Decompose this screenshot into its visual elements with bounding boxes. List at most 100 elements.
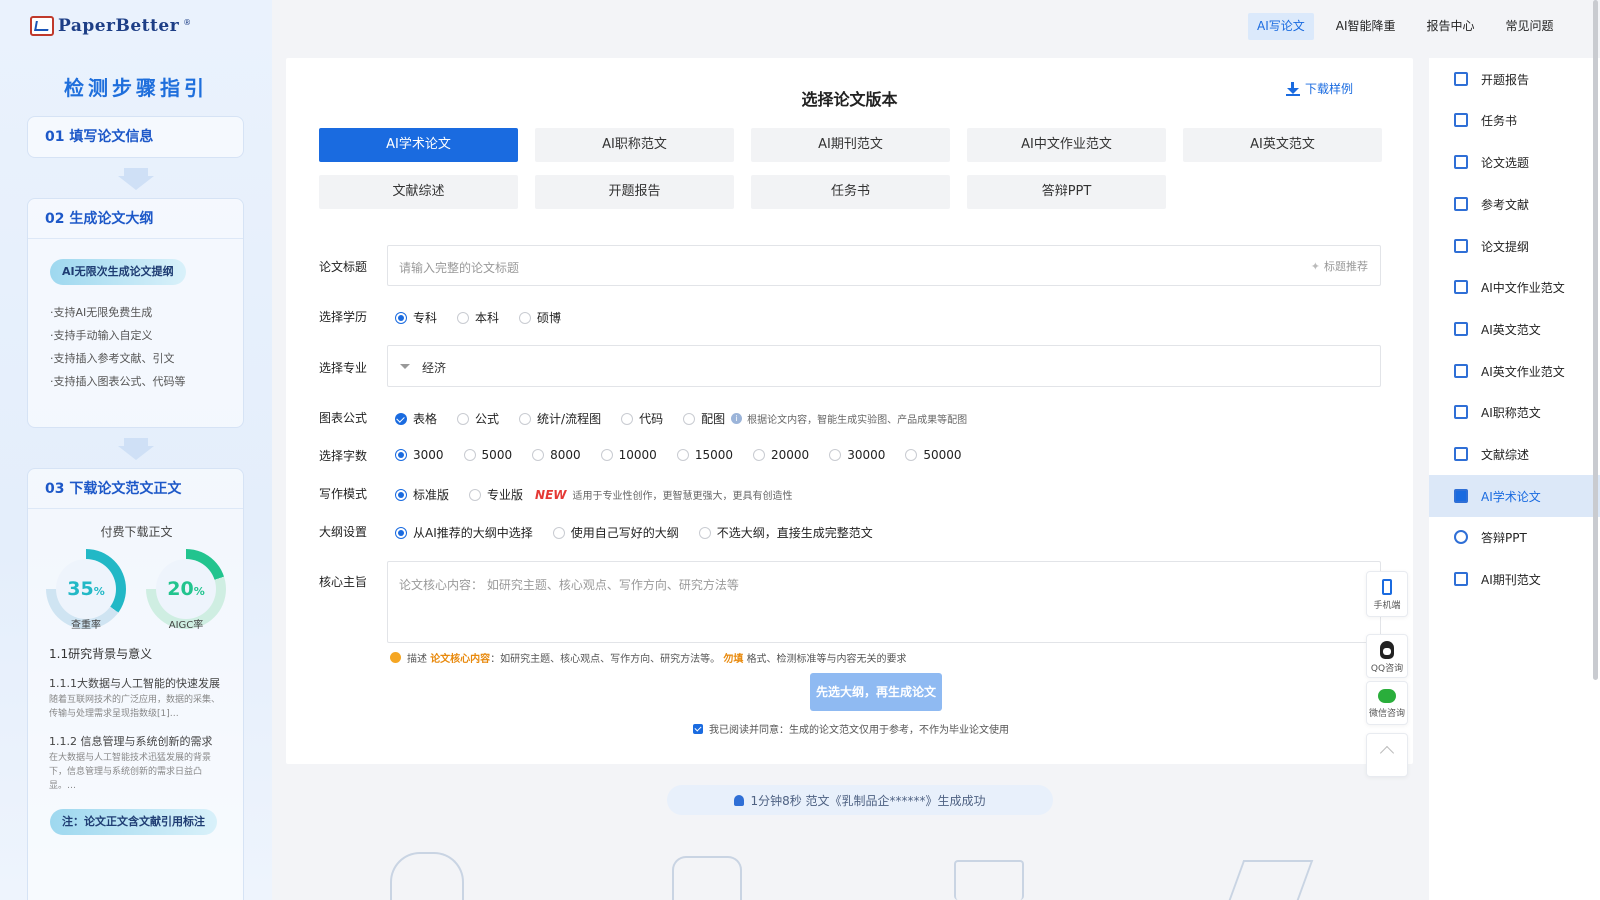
- sidebar-item-academic[interactable]: AI学术论文: [1429, 475, 1600, 517]
- chevron-up-icon: [1379, 745, 1395, 761]
- mode-option[interactable]: 专业版: [469, 486, 523, 503]
- section-heading: 1.1研究背景与意义: [49, 647, 153, 661]
- word-option[interactable]: 5000: [463, 448, 512, 462]
- chart-option[interactable]: 表格: [395, 410, 437, 427]
- globe-icon: [1454, 530, 1468, 544]
- download-sample-link[interactable]: 下载样例: [1285, 80, 1353, 97]
- percent-sign: %: [193, 585, 205, 598]
- outline-icon: [1454, 239, 1468, 253]
- sidebar-item-lit-review[interactable]: 文献综述: [1429, 433, 1600, 475]
- phone-icon: [1382, 579, 1392, 595]
- down-arrow-icon: [118, 168, 154, 190]
- sidebar-item-task-book[interactable]: 任务书: [1429, 99, 1600, 141]
- sidebar-item-topic[interactable]: 论文选题: [1429, 141, 1600, 183]
- word-option[interactable]: 15000: [676, 448, 733, 462]
- subsection-text: 随着互联网技术的广泛应用，数据的采集、传输与处理需求呈现指数级[1]…: [49, 695, 221, 719]
- major-value: 经济: [422, 361, 447, 375]
- paid-download-label: 付费下载正文: [100, 525, 173, 539]
- nav-ai-reduce[interactable]: AI智能降重: [1327, 13, 1405, 40]
- generate-button[interactable]: 先选大纲，再生成论文: [810, 673, 942, 711]
- sidebar-item-english[interactable]: AI英文范文: [1429, 308, 1600, 350]
- field-label-major: 选择专业: [319, 361, 368, 375]
- version-ai-title[interactable]: AI职称范文: [535, 128, 734, 162]
- bullet-item: ·支持插入图表公式、代码等: [50, 375, 186, 388]
- agree-checkbox[interactable]: [693, 723, 703, 734]
- degree-option[interactable]: 专科: [395, 309, 437, 326]
- title-input[interactable]: 请输入完整的论文标题 ✦ 标题推荐: [387, 245, 1381, 286]
- generation-notice: 1分钟8秒 范文《乳制品企******》生成成功: [667, 785, 1053, 815]
- sidebar-item-journal[interactable]: AI期刊范文: [1429, 558, 1600, 600]
- brand-name: PaperBetter: [58, 16, 180, 36]
- agreement[interactable]: 我已阅读并同意：生成的论文范文仅用于参考，不作为毕业论文使用: [693, 721, 1009, 736]
- word-option[interactable]: 20000: [753, 448, 809, 462]
- qq-icon: [1380, 641, 1394, 659]
- step-2-bullets: ·支持AI无限免费生成 ·支持手动输入自定义 ·支持插入参考文献、引文 ·支持插…: [50, 301, 186, 393]
- sidebar-item-title-paper[interactable]: AI职称范文: [1429, 391, 1600, 433]
- version-proposal[interactable]: 开题报告: [535, 175, 734, 209]
- sidebar-item-defense-ppt[interactable]: 答辩PPT: [1429, 516, 1600, 558]
- word-option[interactable]: 8000: [532, 448, 581, 462]
- percent-sign: %: [93, 585, 105, 598]
- word-options: 3000 5000 8000 10000 15000 20000 30000 5…: [395, 448, 982, 462]
- degree-option[interactable]: 本科: [457, 309, 499, 326]
- outline-option[interactable]: 不选大纲，直接生成完整范文: [698, 524, 873, 541]
- major-select[interactable]: 经济: [387, 345, 1381, 387]
- version-ai-academic[interactable]: AI学术论文: [319, 128, 518, 162]
- open-book-icon: [1454, 447, 1468, 461]
- mode-options: 标准版 专业版 NEW 适用于专业性创作，更智慧更强大，更具有创造性: [395, 486, 793, 503]
- outline-option[interactable]: 使用自己写好的大纲: [552, 524, 679, 541]
- mobile-button[interactable]: 手机端: [1366, 571, 1408, 617]
- en-icon: [1454, 322, 1468, 336]
- mode-option[interactable]: 标准版: [395, 486, 449, 503]
- step-1-title: 01 填写论文信息: [45, 129, 154, 145]
- guide-title: 检测步骤指引: [64, 76, 208, 100]
- wechat-button[interactable]: 微信咨询: [1366, 681, 1408, 725]
- mode-note: 适用于专业性创作，更智慧更强大，更具有创造性: [572, 491, 793, 502]
- nav-report-center[interactable]: 报告中心: [1418, 13, 1484, 40]
- sidebar-item-en-homework[interactable]: AI英文作业范文: [1429, 350, 1600, 392]
- degree-option[interactable]: 硕博: [519, 309, 561, 326]
- sidebar-item-proposal[interactable]: 开题报告: [1429, 58, 1600, 100]
- title-recommend-button[interactable]: ✦ 标题推荐: [1311, 258, 1368, 274]
- sidebar-item-references[interactable]: 参考文献: [1429, 183, 1600, 225]
- notice-text: 1分钟8秒 范文《乳制品企******》生成成功: [750, 793, 986, 808]
- qq-button[interactable]: QQ咨询: [1366, 634, 1408, 678]
- report-icon: [1454, 72, 1468, 86]
- info-icon[interactable]: i: [731, 413, 743, 424]
- location-pin-icon: [390, 652, 401, 663]
- sidebar-item-cn-homework[interactable]: AI中文作业范文: [1429, 266, 1600, 308]
- field-label-title: 论文标题: [319, 260, 368, 274]
- nav-ai-write[interactable]: AI写论文: [1248, 13, 1314, 40]
- brand-logo[interactable]: PaperBetter ®: [30, 16, 191, 36]
- outline-option[interactable]: 从AI推荐的大纲中选择: [395, 524, 533, 541]
- word-option[interactable]: 10000: [600, 448, 657, 462]
- word-option[interactable]: 3000: [395, 448, 444, 462]
- thermometer-icon: [1454, 405, 1468, 419]
- version-ai-english[interactable]: AI英文范文: [1183, 128, 1382, 162]
- qq-label: QQ咨询: [1370, 664, 1404, 674]
- version-defense-ppt[interactable]: 答辩PPT: [967, 175, 1166, 209]
- plus-icon: [1454, 489, 1468, 503]
- version-task-book[interactable]: 任务书: [751, 175, 950, 209]
- version-ai-cn-homework[interactable]: AI中文作业范文: [967, 128, 1166, 162]
- aigc-rate-label: AIGC率: [168, 620, 204, 631]
- word-option[interactable]: 30000: [829, 448, 885, 462]
- word-option[interactable]: 50000: [905, 448, 962, 462]
- chart-option[interactable]: 代码: [621, 410, 663, 427]
- chart-option[interactable]: 配图: [683, 410, 725, 427]
- degree-options: 专科 本科 硕博: [395, 309, 581, 326]
- page-scrollbar[interactable]: [1593, 0, 1598, 680]
- download-icon: [1285, 81, 1300, 96]
- download-sample-label: 下载样例: [1304, 82, 1353, 96]
- version-lit-review[interactable]: 文献综述: [319, 175, 518, 209]
- step-1-card: 01 填写论文信息: [27, 116, 244, 158]
- chart-option[interactable]: 公式: [457, 410, 499, 427]
- mobile-label: 手机端: [1373, 601, 1401, 611]
- version-ai-journal[interactable]: AI期刊范文: [751, 128, 950, 162]
- nav-faq[interactable]: 常见问题: [1497, 13, 1563, 40]
- back-to-top-button[interactable]: [1366, 733, 1408, 777]
- sidebar-item-outline[interactable]: 论文提纲: [1429, 225, 1600, 267]
- down-arrow-icon: [118, 438, 154, 460]
- core-textarea[interactable]: 论文核心内容： 如研究主题、核心观点、写作方向、研究方法等: [387, 561, 1381, 643]
- chart-option[interactable]: 统计/流程图: [519, 410, 601, 427]
